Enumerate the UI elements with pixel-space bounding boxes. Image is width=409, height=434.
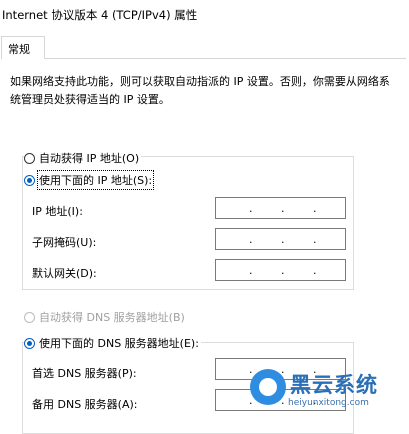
ip-dot: . — [249, 202, 253, 215]
alternate-dns-label: 备用 DNS 服务器(A): — [32, 398, 138, 411]
ip-dot: . — [281, 202, 285, 215]
ip-address-input[interactable]: . . . — [215, 197, 346, 219]
watermark: 黑云系统 heiyunxitong.com — [250, 367, 409, 416]
auto-dns-option[interactable]: 自动获得 DNS 服务器地址(B) — [24, 309, 185, 325]
subnet-mask-label: 子网掩码(U): — [32, 236, 97, 249]
ip-dot: . — [281, 264, 285, 277]
subnet-mask-input[interactable]: . . . — [215, 228, 346, 250]
ip-dot: . — [313, 202, 317, 215]
auto-ip-label: 自动获得 IP 地址(O) — [39, 152, 140, 165]
ip-dot: . — [281, 233, 285, 246]
ip-dot: . — [313, 264, 317, 277]
ip-dot: . — [249, 233, 253, 246]
manual-dns-radio[interactable] — [24, 337, 35, 349]
tab-general-label: 常规 — [8, 43, 30, 56]
manual-dns-option[interactable]: 使用下面的 DNS 服务器地址(E): — [24, 335, 201, 351]
auto-ip-option[interactable]: 自动获得 IP 地址(O) — [24, 150, 142, 166]
description-text: 如果网络支持此功能，则可以获取自动指派的 IP 设置。否则，你需要从网络系统管理… — [10, 75, 390, 106]
watermark-name: 黑云系统 — [290, 373, 378, 397]
ip-dot: . — [249, 264, 253, 277]
title-bar: Internet 协议版本 4 (TCP/IPv4) 属性 — [0, 0, 409, 28]
ip-address-label: IP 地址(I): — [32, 205, 83, 218]
manual-ip-option[interactable]: 使用下面的 IP 地址(S): — [24, 170, 155, 190]
window-title: Internet 协议版本 4 (TCP/IPv4) 属性 — [2, 8, 198, 22]
watermark-url: heiyunxitong.com — [288, 398, 369, 408]
auto-ip-radio[interactable] — [24, 152, 35, 164]
watermark-logo-icon — [250, 369, 286, 405]
preferred-dns-label: 首选 DNS 服务器(P): — [32, 367, 137, 380]
manual-ip-label: 使用下面的 IP 地址(S): — [36, 170, 155, 190]
manual-dns-label: 使用下面的 DNS 服务器地址(E): — [39, 337, 199, 350]
default-gateway-label: 默认网关(D): — [32, 267, 97, 280]
manual-ip-radio[interactable] — [24, 174, 35, 186]
default-gateway-input[interactable]: . . . — [215, 259, 346, 281]
tab-general[interactable]: 常规 — [1, 36, 45, 59]
ip-dot: . — [313, 233, 317, 246]
auto-dns-label: 自动获得 DNS 服务器地址(B) — [39, 311, 185, 324]
auto-dns-radio[interactable] — [24, 311, 35, 323]
